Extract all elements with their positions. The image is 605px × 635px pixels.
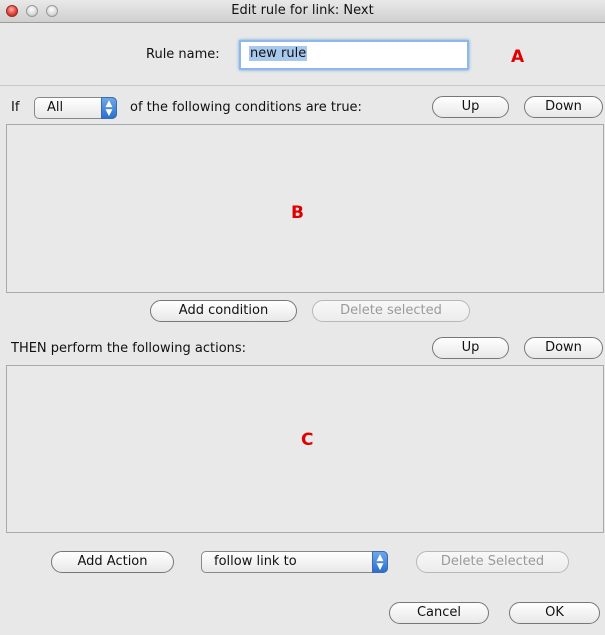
- then-label: THEN perform the following actions:: [11, 341, 247, 356]
- rule-name-field[interactable]: new rule: [239, 40, 469, 70]
- actions-list[interactable]: C: [6, 365, 604, 533]
- actions-up-button[interactable]: Up: [432, 337, 509, 359]
- match-mode-select[interactable]: All ▲ ▼: [34, 97, 117, 119]
- match-mode-value: All: [47, 100, 64, 115]
- cancel-button[interactable]: Cancel: [389, 602, 489, 624]
- conditions-suffix-label: of the following conditions are true:: [130, 100, 362, 115]
- minimize-window-button[interactable]: [26, 5, 38, 17]
- add-condition-button[interactable]: Add condition: [150, 300, 297, 322]
- close-window-button[interactable]: [6, 5, 18, 17]
- actions-down-button[interactable]: Down: [524, 337, 603, 359]
- conditions-up-button[interactable]: Up: [432, 96, 509, 118]
- zoom-window-button[interactable]: [46, 5, 58, 17]
- delete-selected-action-button[interactable]: Delete Selected: [416, 551, 569, 573]
- ok-button[interactable]: OK: [509, 602, 600, 624]
- action-type-value: follow link to: [214, 554, 297, 569]
- window-title: Edit rule for link: Next: [231, 3, 374, 18]
- marker-a-label: A: [511, 47, 525, 67]
- if-label: If: [11, 100, 20, 115]
- separator: [0, 85, 605, 86]
- marker-b-label: B: [291, 203, 304, 223]
- rule-name-value: new rule: [249, 46, 308, 61]
- window-titlebar: Edit rule for link: Next: [0, 0, 605, 23]
- rule-name-label: Rule name:: [146, 47, 220, 62]
- action-type-select[interactable]: follow link to ▲ ▼: [201, 551, 388, 573]
- delete-selected-condition-button[interactable]: Delete selected: [312, 300, 470, 322]
- add-action-button[interactable]: Add Action: [51, 551, 174, 573]
- select-arrows-icon: ▲ ▼: [372, 551, 388, 573]
- conditions-list[interactable]: B: [6, 124, 604, 293]
- select-arrows-icon: ▲ ▼: [101, 97, 117, 119]
- conditions-down-button[interactable]: Down: [524, 96, 603, 118]
- marker-c-label: C: [301, 430, 314, 450]
